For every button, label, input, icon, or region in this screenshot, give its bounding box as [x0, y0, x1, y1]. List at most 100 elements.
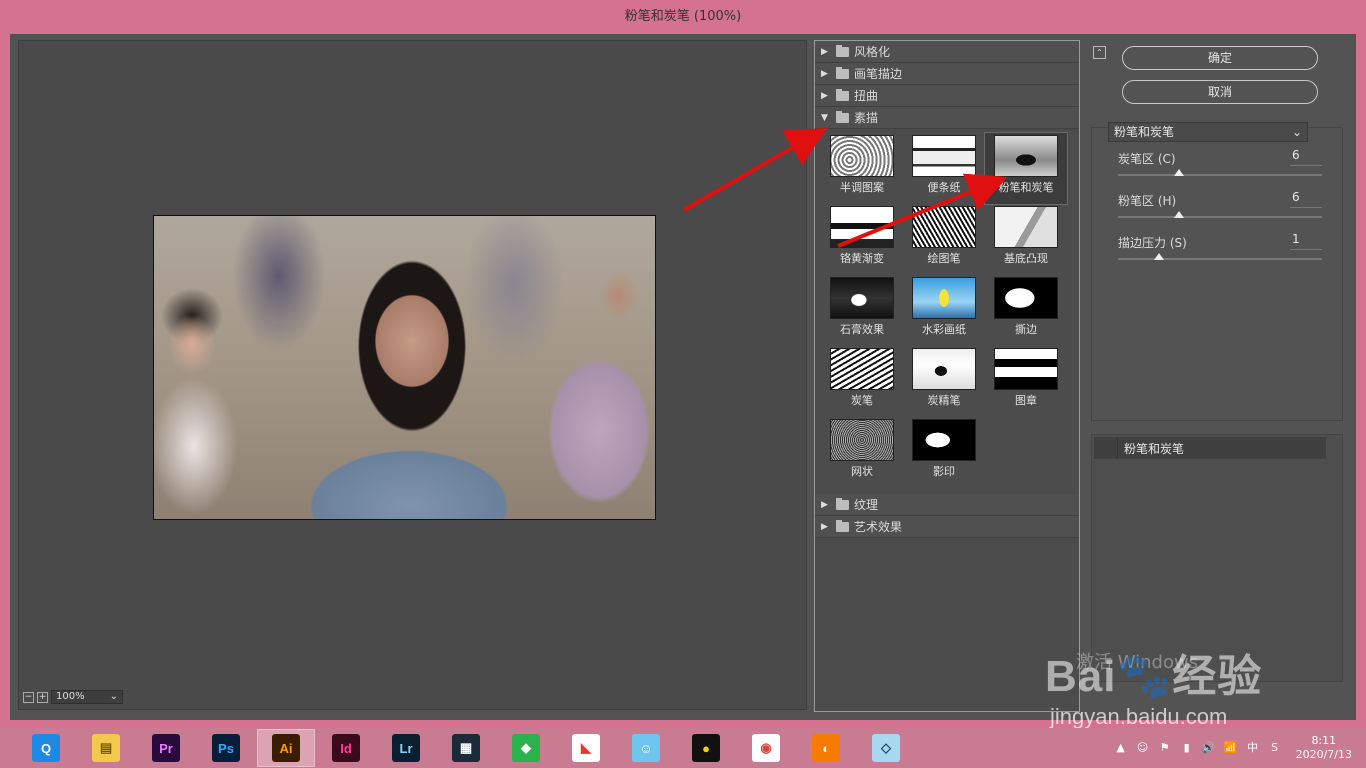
filter-label: 炭精笔	[927, 394, 961, 407]
illustrator-icon: Ai	[272, 734, 300, 762]
filter-gallery-list[interactable]: ▶ 风格化 ▶ 画笔描边 ▶ 扭曲 ▼ 素描 半调图案 便条纸 粉笔和炭笔 铬黄渐变 绘图笔 基底凸现石…	[814, 40, 1080, 712]
param-slider-knob[interactable]	[1153, 253, 1164, 260]
filter-thumb-12[interactable]: 网状	[821, 417, 903, 488]
filter-thumb-10[interactable]: 炭精笔	[903, 346, 985, 417]
taskbar-notes-app[interactable]: ◇	[857, 729, 915, 767]
clock[interactable]: 8:11 2020/7/13	[1296, 734, 1352, 762]
filter-preview-image	[830, 348, 894, 390]
filter-preview-image	[912, 419, 976, 461]
param-slider-track[interactable]	[1118, 174, 1322, 176]
chevron-down-icon: ⌄	[1291, 125, 1302, 139]
filter-label: 铬黄渐变	[840, 252, 884, 265]
filter-preview-image	[994, 135, 1058, 177]
zoom-select[interactable]: 100% ⌄	[51, 690, 123, 704]
window-title: 粉笔和炭笔 (100%)	[624, 9, 742, 24]
filter-thumb-3[interactable]: 铬黄渐变	[821, 204, 903, 275]
param-slider-knob[interactable]	[1174, 211, 1185, 218]
filter-thumb-13[interactable]: 影印	[903, 417, 985, 488]
category-top-2[interactable]: ▶ 扭曲	[815, 85, 1079, 107]
param-slider-knob[interactable]	[1174, 169, 1185, 176]
filter-preview-image	[994, 206, 1058, 248]
tray-icon-4[interactable]: 🔊	[1202, 741, 1216, 755]
param-slider-track[interactable]	[1118, 216, 1322, 218]
taskbar-qq-browser[interactable]: Q	[17, 729, 75, 767]
zoom-in-button[interactable]: +	[37, 691, 48, 703]
filter-thumb-4[interactable]: 绘图笔	[903, 204, 985, 275]
filter-thumb-5[interactable]: 基底凸现	[985, 204, 1067, 275]
filter-label: 图章	[1015, 394, 1037, 407]
filter-thumb-9[interactable]: 炭笔	[821, 346, 903, 417]
filter-settings: 粉笔和炭笔 ⌄ 炭笔区 (C) 6 粉笔区 (H) 6 描边压力 (S) 1	[1091, 122, 1343, 421]
category-top-3[interactable]: ▼ 素描	[815, 107, 1079, 129]
param-value-input[interactable]: 6	[1290, 148, 1322, 166]
tray-icon-5[interactable]: 📶	[1224, 741, 1238, 755]
tray-icon-2[interactable]: ⚑	[1158, 741, 1172, 755]
param-value-input[interactable]: 6	[1290, 190, 1322, 208]
filter-select[interactable]: 粉笔和炭笔 ⌄	[1108, 122, 1308, 142]
category-bottom-1[interactable]: ▶ 艺术效果	[815, 516, 1079, 538]
system-tray: ▲ ☺ ⚑ ▮ 🔊 📶 中 S 8:11 2020/7/13	[1114, 728, 1366, 768]
taskbar-lightroom[interactable]: Lr	[377, 729, 435, 767]
filter-thumb-0[interactable]: 半调图案	[821, 133, 903, 204]
category-label: 风格化	[854, 45, 891, 59]
filter-thumb-7[interactable]: 水彩画纸	[903, 275, 985, 346]
baidu-watermark-url: jingyan.baidu.com	[1050, 704, 1228, 729]
taskbar-qq[interactable]: ●	[677, 729, 735, 767]
game-app-icon: ◣	[572, 734, 600, 762]
green-app-icon: ◆	[512, 734, 540, 762]
filter-select-value: 粉笔和炭笔	[1114, 125, 1175, 139]
filter-thumb-2[interactable]: 粉笔和炭笔	[984, 132, 1068, 205]
filter-label: 基底凸现	[1004, 252, 1048, 265]
collapse-gallery-icon[interactable]: ⌃	[1093, 46, 1106, 59]
tray-icon-1[interactable]: ☺	[1136, 741, 1150, 755]
taskbar-chrome[interactable]: ◉	[737, 729, 795, 767]
taskbar-indesign[interactable]: Id	[317, 729, 375, 767]
folder-icon	[836, 519, 849, 532]
baidu-watermark-logo: Bai🐾经验	[1045, 652, 1263, 701]
filter-preview-image	[912, 348, 976, 390]
tray-icon-0[interactable]: ▲	[1114, 741, 1128, 755]
ok-button[interactable]: 确定	[1122, 46, 1318, 70]
foxmail-icon: ◐	[812, 734, 840, 762]
premiere-icon: Pr	[152, 734, 180, 762]
param-slider-track[interactable]	[1118, 258, 1322, 260]
taskbar-premiere[interactable]: Pr	[137, 729, 195, 767]
eye-icon[interactable]	[1094, 437, 1118, 459]
param-1: 粉笔区 (H) 6	[1118, 190, 1322, 218]
cancel-button[interactable]: 取消	[1122, 80, 1318, 104]
video-editor-icon: ▦	[452, 734, 480, 762]
taskbar-illustrator[interactable]: Ai	[257, 729, 315, 767]
zoom-out-button[interactable]: −	[23, 691, 34, 703]
taskbar-chat-app[interactable]: ☺	[617, 729, 675, 767]
taskbar-photoshop[interactable]: Ps	[197, 729, 255, 767]
taskbar-foxmail[interactable]: ◐	[797, 729, 855, 767]
taskbar-game-app[interactable]: ◣	[557, 729, 615, 767]
tray-icon-3[interactable]: ▮	[1180, 741, 1194, 755]
category-label: 扭曲	[854, 89, 879, 103]
taskbar-video-editor[interactable]: ▦	[437, 729, 495, 767]
preview-area[interactable]: − + 100% ⌄	[18, 40, 807, 710]
qq-icon: ●	[692, 734, 720, 762]
settings-panel: ⌃ 确定 取消 粉笔和炭笔 ⌄ 炭笔区 (C) 6 粉笔区 (H) 6 描边压力 (S)…	[1090, 40, 1352, 712]
effect-layer-row[interactable]: 粉笔和炭笔	[1094, 437, 1326, 459]
filter-preview-image	[994, 348, 1058, 390]
filter-preview-image	[830, 277, 894, 319]
param-value-input[interactable]: 1	[1290, 232, 1322, 250]
category-top-1[interactable]: ▶ 画笔描边	[815, 63, 1079, 85]
taskbar-green-app[interactable]: ◆	[497, 729, 555, 767]
triangle-right-icon: ▶	[821, 46, 828, 57]
tray-icon-6[interactable]: 中	[1246, 741, 1260, 755]
dialog-client: − + 100% ⌄ ▶ 风格化 ▶ 画笔描边 ▶ 扭曲 ▼ 素描 半调图案 便条纸 粉笔和炭笔铬…	[10, 34, 1356, 720]
sketch-thumbnails: 半调图案 便条纸 粉笔和炭笔铬黄渐变 绘图笔 基底凸现石膏效果 水彩画纸 撕边炭笔 炭精笔 图章…	[815, 129, 1079, 494]
param-2: 描边压力 (S) 1	[1118, 232, 1322, 260]
taskbar-file-explorer[interactable]: ▤	[77, 729, 135, 767]
filter-thumb-1[interactable]: 便条纸	[903, 133, 985, 204]
tray-icon-7[interactable]: S	[1268, 741, 1282, 755]
filter-thumb-8[interactable]: 撕边	[985, 275, 1067, 346]
filter-thumb-11[interactable]: 图章	[985, 346, 1067, 417]
filter-thumb-6[interactable]: 石膏效果	[821, 275, 903, 346]
effect-layer-name: 粉笔和炭笔	[1124, 441, 1185, 456]
category-top-0[interactable]: ▶ 风格化	[815, 41, 1079, 63]
filter-preview-image	[830, 419, 894, 461]
category-bottom-0[interactable]: ▶ 纹理	[815, 494, 1079, 516]
